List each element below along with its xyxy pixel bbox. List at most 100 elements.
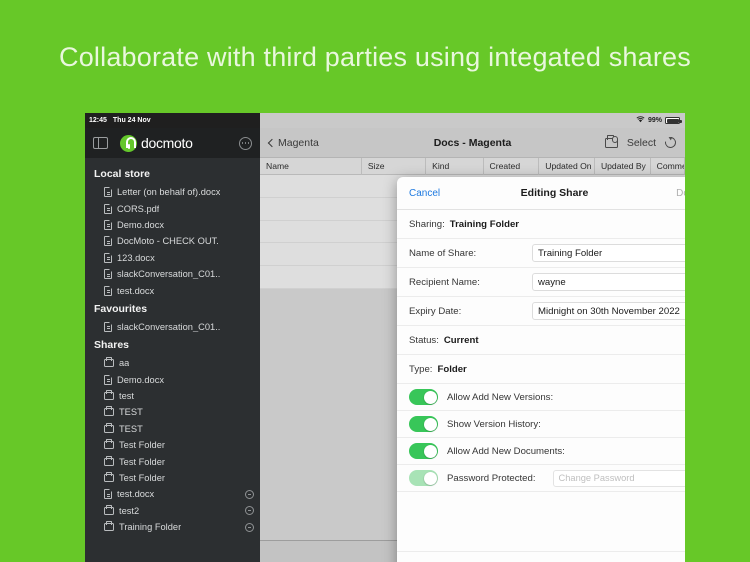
chevron-left-icon (267, 138, 277, 147)
type-row: Type: Folder (397, 355, 685, 384)
sidebar-item-label: Letter (on behalf of).docx (117, 187, 221, 198)
status-bar-left: 12:45 Thu 24 Nov (85, 113, 260, 128)
sidebar: docmoto Local store Letter (on behalf of… (85, 128, 260, 562)
document-icon (104, 285, 112, 296)
recipient-name-label: Recipient Name: (409, 276, 480, 288)
sidebar-item[interactable]: Test Folder (85, 470, 260, 486)
sidebar-item[interactable]: aa (85, 355, 260, 371)
expiry-date-label: Expiry Date: (409, 305, 462, 317)
folder-icon (104, 422, 114, 433)
select-button[interactable]: Select (627, 137, 656, 149)
remove-share-icon[interactable] (245, 489, 254, 499)
sidebar-item[interactable]: test.docx (85, 282, 260, 298)
navigation-bar: Magenta Docs - Magenta Select (260, 128, 685, 158)
sidebar-item-label: test.docx (117, 285, 155, 296)
folder-icon (104, 504, 114, 515)
sidebar-group-favourites: Favourites (94, 302, 148, 315)
sidebar-item-label: DocMoto - CHECK OUT. (117, 236, 219, 247)
sidebar-item-label: slackConversation_C01.. (117, 321, 221, 332)
sidebar-item[interactable]: slackConversation_C01.. (85, 319, 260, 335)
column-header-name[interactable]: Name (260, 157, 362, 175)
sidebar-item[interactable]: slackConversation_C01.. (85, 266, 260, 282)
sidebar-item-label: Test Folder (119, 473, 165, 484)
sidebar-item-label: slackConversation_C01.. (117, 269, 221, 280)
done-button[interactable]: Done (676, 188, 685, 199)
recipient-name-row: Recipient Name: wayne (397, 268, 685, 297)
sidebar-item[interactable]: Demo.docx (85, 217, 260, 233)
sharing-label: Sharing: (409, 218, 445, 230)
page-title: Collaborate with third parties using int… (59, 42, 691, 72)
document-icon (104, 489, 112, 500)
sidebar-item[interactable]: Training Folder (85, 519, 260, 535)
name-of-share-input[interactable]: Training Folder (532, 244, 685, 262)
app-logo: docmoto (120, 134, 193, 152)
sidebar-item[interactable]: TEST (85, 421, 260, 437)
sidebar-item[interactable]: DocMoto - CHECK OUT. (85, 233, 260, 249)
folder-icon (104, 406, 114, 417)
folder-icon (104, 390, 114, 401)
show-version-history-row: Show Version History: (397, 411, 685, 438)
more-options-icon[interactable] (239, 136, 252, 150)
sidebar-list: Local store Letter (on behalf of).docx C… (85, 158, 260, 535)
document-icon (104, 269, 112, 280)
editing-share-dialog: Cancel Editing Share Done Sharing: Train… (397, 177, 685, 562)
table-header-row: Name Size Kind Created Updated On Update… (260, 157, 685, 175)
allow-add-new-documents-row: Allow Add New Documents: (397, 438, 685, 465)
password-protected-toggle[interactable] (409, 470, 438, 486)
allow-add-new-versions-toggle[interactable] (409, 389, 438, 405)
sidebar-item[interactable]: 123.docx (85, 250, 260, 266)
sidebar-item[interactable]: Letter (on behalf of).docx (85, 184, 260, 200)
expiry-date-row: Expiry Date: Midnight on 30th November 2… (397, 297, 685, 326)
docmoto-logo-icon (120, 134, 137, 152)
sidebar-item-label: aa (119, 358, 130, 369)
sidebar-toggle-icon[interactable] (93, 136, 108, 150)
sidebar-item[interactable]: Test Folder (85, 453, 260, 469)
sidebar-item[interactable]: CORS.pdf (85, 200, 260, 216)
password-protected-row: Password Protected: Change Password (397, 465, 685, 492)
cancel-button[interactable]: Cancel (409, 188, 440, 199)
sidebar-item[interactable]: test2 (85, 503, 260, 519)
change-password-input[interactable]: Change Password (552, 469, 685, 487)
remove-share-icon[interactable] (245, 506, 254, 516)
link-row: Link (to use copy & paste): Copy Link (397, 552, 685, 562)
column-header-updated-by[interactable]: Updated By (595, 157, 651, 175)
allow-add-new-versions-row: Allow Add New Versions: (397, 384, 685, 411)
column-header-updated-on[interactable]: Updated On (539, 157, 595, 175)
status-date: Thu 24 Nov (112, 117, 151, 124)
document-icon (104, 321, 112, 332)
status-bar-right: 99% (260, 113, 685, 128)
expiry-date-input[interactable]: Midnight on 30th November 2022 (532, 302, 685, 320)
status-label: Status: (409, 334, 439, 346)
cell-name (260, 243, 362, 266)
dialog-title: Editing Share (520, 187, 589, 199)
allow-add-new-documents-toggle[interactable] (409, 443, 438, 459)
sidebar-item[interactable]: Demo.docx (85, 372, 260, 388)
remove-share-icon[interactable] (245, 522, 254, 532)
sidebar-item-label: TEST (119, 407, 143, 418)
dialog-header: Cancel Editing Share Done (397, 177, 685, 210)
allow-add-new-documents-label: Allow Add New Documents: (447, 445, 565, 457)
recipient-name-input[interactable]: wayne (532, 273, 685, 291)
show-version-history-toggle[interactable] (409, 416, 438, 432)
refresh-icon[interactable] (662, 134, 679, 151)
column-header-created[interactable]: Created (484, 157, 540, 175)
type-label: Type: (409, 363, 433, 375)
allow-add-new-versions-label: Allow Add New Versions: (447, 391, 554, 403)
column-header-size[interactable]: Size (362, 157, 427, 175)
document-icon (104, 219, 112, 230)
back-button[interactable]: Magenta (267, 136, 319, 149)
back-button-label: Magenta (278, 136, 319, 149)
sidebar-item-label: Test Folder (119, 456, 165, 467)
sidebar-item[interactable]: test.docx (85, 486, 260, 502)
column-header-comments[interactable]: Comments (651, 157, 685, 175)
column-header-kind[interactable]: Kind (426, 157, 484, 175)
password-protected-label: Password Protected: (447, 472, 536, 484)
document-icon (104, 203, 112, 214)
sidebar-item[interactable]: test (85, 388, 260, 404)
sidebar-item[interactable]: Test Folder (85, 437, 260, 453)
sidebar-item-label: test.docx (117, 489, 155, 500)
sidebar-item[interactable]: TEST (85, 404, 260, 420)
sidebar-item-label: Training Folder (119, 522, 182, 533)
new-folder-icon[interactable] (604, 135, 619, 148)
status-bar: 12:45 Thu 24 Nov 99% (85, 113, 685, 128)
